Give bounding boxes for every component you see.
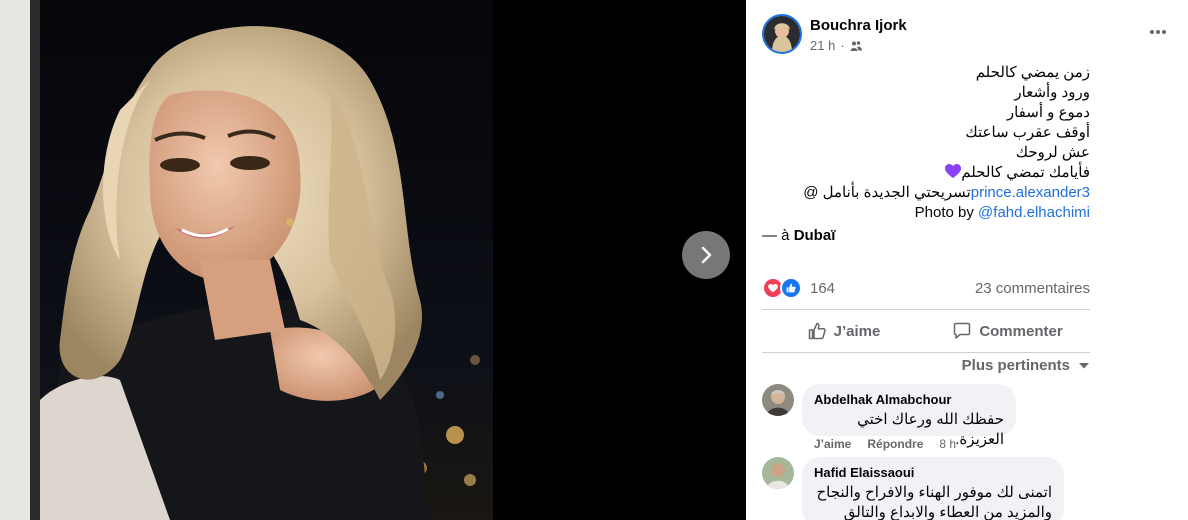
post-time[interactable]: 21 h: [810, 38, 835, 53]
reactions-bar: 164 23 commentaires: [762, 277, 1090, 299]
thumbs-up-icon: [786, 283, 796, 293]
comment-button[interactable]: Commenter: [926, 310, 1090, 352]
next-photo-button[interactable]: [682, 231, 730, 279]
meta-dot: ·: [840, 38, 845, 53]
author-name[interactable]: Bouchra Ijork: [810, 17, 907, 34]
comment-text-line: اتمنى لك موفور الهناء والافراح والنجاح: [816, 484, 1052, 501]
caption-line: زمن يمضي كالحلم: [975, 64, 1090, 81]
post-caption: زمن يمضي كالحلم ورود وأشعار دموع و أسفار…: [762, 63, 1090, 223]
photo-viewer: [0, 0, 746, 520]
reaction-icons[interactable]: [762, 277, 802, 299]
heart-icon: [768, 283, 778, 292]
location-link[interactable]: Dubaï: [794, 227, 836, 244]
caption-line: فأيامك تمضي كالحلم: [961, 164, 1090, 181]
more-options-button[interactable]: [1144, 18, 1172, 46]
comment-reply-link[interactable]: Répondre: [867, 437, 923, 451]
avatar-image: [762, 384, 794, 416]
avatar-image: [762, 457, 794, 489]
chevron-right-icon: [701, 246, 712, 264]
author-avatar[interactable]: [762, 14, 802, 54]
post-header: Bouchra Ijork 21 h ·: [762, 14, 1172, 58]
mention-fahd-elhachimi[interactable]: @fahd.elhachimi: [978, 204, 1090, 221]
caption-credit-line: تسريحتي الجديدة بأنامل @prince.alexander…: [762, 183, 1090, 203]
commenter-avatar[interactable]: [762, 457, 794, 489]
post-actions: J’aime Commenter: [762, 309, 1090, 353]
avatar-image: [764, 16, 800, 52]
post-meta: 21 h ·: [810, 38, 862, 53]
comment-text: اتمنى لك موفور الهناء والافراح والنجاح و…: [814, 483, 1052, 520]
reaction-count[interactable]: 164: [810, 280, 835, 297]
location-prefix: — à: [762, 227, 794, 244]
comment-text-line: والمزيد من العطاء والابداع والتالق: [843, 504, 1052, 520]
caret-down-icon: [1079, 362, 1089, 368]
purple-heart-icon: [945, 164, 962, 178]
comment-icon: [954, 322, 971, 339]
comment-time[interactable]: 8 h: [939, 437, 956, 451]
comment-item: Hafid Elaissaoui اتمنى لك موفور الهناء و…: [762, 457, 1072, 520]
credit-text: تسريحتي الجديدة بأنامل @: [803, 184, 971, 201]
photo-illustration: [0, 0, 493, 520]
comment-like-link[interactable]: J’aime: [814, 437, 851, 451]
photo-by-label: Photo by: [914, 204, 979, 221]
mention-prince-alexander3[interactable]: prince.alexander3: [971, 184, 1090, 201]
caption-line: أوقف عقرب ساعتك: [965, 124, 1090, 141]
comment-actions: J’aime Répondre 8 h: [814, 437, 956, 451]
comment-sort-dropdown[interactable]: Plus pertinents: [962, 357, 1090, 374]
caption-line: ورود وأشعار: [1014, 84, 1090, 101]
sort-label: Plus pertinents: [961, 357, 1070, 374]
friends-icon: [850, 40, 862, 51]
caption-line: دموع و أسفار: [1006, 104, 1090, 121]
comment-count[interactable]: 23 commentaires: [975, 280, 1090, 297]
caption-line: عش لروحك: [1015, 144, 1090, 161]
comment-item: Abdelhak Almabchour حفظك الله ورعاك اختي…: [762, 384, 1062, 454]
commenter-avatar[interactable]: [762, 384, 794, 416]
like-label: J’aime: [833, 322, 881, 340]
comment-bubble: Abdelhak Almabchour حفظك الله ورعاك اختي…: [802, 384, 1016, 448]
commenter-name[interactable]: Abdelhak Almabchour: [814, 392, 1004, 407]
comment-label: Commenter: [979, 322, 1063, 340]
thumbs-up-icon: [808, 322, 826, 340]
post-photo[interactable]: [0, 0, 493, 520]
like-reaction-icon: [780, 277, 802, 299]
photo-credit-line: Photo by @fahd.elhachimi: [762, 203, 1090, 223]
commenter-name[interactable]: Hafid Elaissaoui: [814, 465, 1052, 480]
comment-bubble: Hafid Elaissaoui اتمنى لك موفور الهناء و…: [802, 457, 1064, 520]
more-horizontal-icon: [1150, 30, 1166, 34]
post-location: — à Dubaï: [762, 227, 835, 244]
post-side-panel: Bouchra Ijork 21 h · زمن يمضي كالحلم ورو…: [746, 0, 1188, 520]
like-button[interactable]: J’aime: [762, 310, 926, 352]
caption-line-with-heart: فأيامك تمضي كالحلم: [762, 163, 1090, 183]
